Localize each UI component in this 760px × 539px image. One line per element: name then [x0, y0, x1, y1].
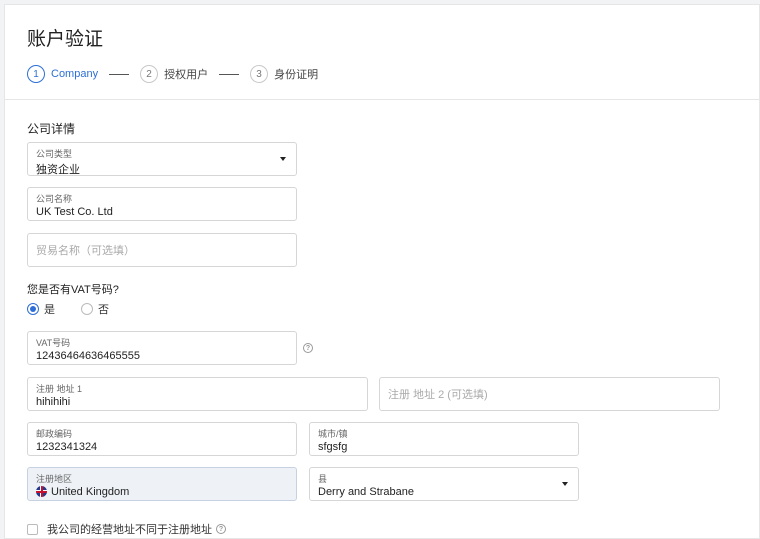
field-placeholder: 注册 地址 2 (可选填) — [388, 389, 488, 401]
step-label: 身份证明 — [274, 69, 319, 81]
vat-radio-group: 是 否 — [27, 301, 123, 317]
field-placeholder: 贸易名称（可选填） — [36, 245, 135, 257]
vat-no-option[interactable]: 否 — [81, 301, 109, 317]
step-number: 1 — [27, 65, 45, 83]
radio-selected[interactable] — [27, 303, 39, 315]
caret-down-icon — [562, 482, 568, 486]
section-title: 公司详情 — [27, 122, 76, 136]
step-connector — [219, 73, 240, 75]
radio-label: 是 — [44, 304, 55, 316]
field-value: 12436464636465555 — [36, 350, 141, 362]
field-label: 城市/镇 — [318, 429, 348, 439]
stepper: 1 Company 2 授权用户 3 身份证明 — [27, 64, 318, 84]
registered-region-field: 注册地区 United Kingdom — [27, 467, 297, 501]
step-label: 授权用户 — [164, 69, 209, 81]
vat-yes-option[interactable]: 是 — [27, 301, 55, 317]
different-address-checkbox[interactable] — [27, 523, 38, 535]
step-number: 2 — [140, 65, 159, 83]
checkbox-label: 我公司的经营地址不同于注册地址 — [47, 524, 212, 536]
trade-name-field[interactable]: 贸易名称（可选填） — [27, 233, 297, 267]
different-address-row: 我公司的经营地址不同于注册地址 ? — [27, 521, 226, 537]
company-type-select[interactable]: 公司类型 独资企业 — [27, 142, 297, 176]
field-label: 公司类型 — [36, 149, 73, 159]
step-company[interactable]: 1 Company — [27, 65, 98, 83]
county-select[interactable]: 县 Derry and Strabane — [309, 467, 579, 501]
postcode-field[interactable]: 邮政编码 1232341324 — [27, 422, 297, 456]
field-value: 1232341324 — [36, 441, 98, 453]
verification-panel: 账户验证 1 Company 2 授权用户 3 身份证明 公司详情 公司类型 独… — [4, 4, 760, 539]
radio-unselected[interactable] — [81, 303, 93, 315]
vat-question: 您是否有VAT号码? — [27, 284, 119, 296]
question-circle-icon[interactable]: ? — [216, 524, 226, 534]
caret-down-icon — [280, 157, 286, 161]
city-field[interactable]: 城市/镇 sfgsfg — [309, 422, 579, 456]
step-identity[interactable]: 3 身份证明 — [250, 65, 318, 83]
field-label: 注册地区 — [36, 474, 73, 484]
field-value: 独资企业 — [36, 164, 80, 176]
field-value: UK Test Co. Ltd — [36, 206, 113, 218]
field-label: 邮政编码 — [36, 429, 73, 439]
step-connector — [109, 73, 130, 75]
field-label: 县 — [318, 474, 328, 484]
field-label: 注册 地址 1 — [36, 384, 83, 394]
company-name-field[interactable]: 公司名称 UK Test Co. Ltd — [27, 187, 297, 221]
uk-flag-icon — [36, 486, 47, 497]
step-authorized-users[interactable]: 2 授权用户 — [140, 65, 208, 83]
field-label: 公司名称 — [36, 194, 73, 204]
field-value: hihihihi — [36, 396, 71, 408]
field-value: Derry and Strabane — [318, 486, 414, 498]
question-circle-icon[interactable]: ? — [303, 343, 313, 353]
field-value: sfgsfg — [318, 441, 348, 453]
vat-number-field[interactable]: VAT号码 12436464636465555 — [27, 331, 297, 365]
field-value-with-flag: United Kingdom — [36, 486, 129, 498]
region-value: United Kingdom — [51, 486, 130, 498]
radio-label: 否 — [98, 304, 109, 316]
page-title: 账户验证 — [27, 29, 104, 50]
header-divider — [5, 99, 760, 100]
address-line2-field[interactable]: 注册 地址 2 (可选填) — [379, 377, 720, 411]
step-label: Company — [51, 68, 99, 80]
step-number: 3 — [250, 65, 269, 83]
address-line1-field[interactable]: 注册 地址 1 hihihihi — [27, 377, 368, 411]
field-label: VAT号码 — [36, 338, 71, 348]
